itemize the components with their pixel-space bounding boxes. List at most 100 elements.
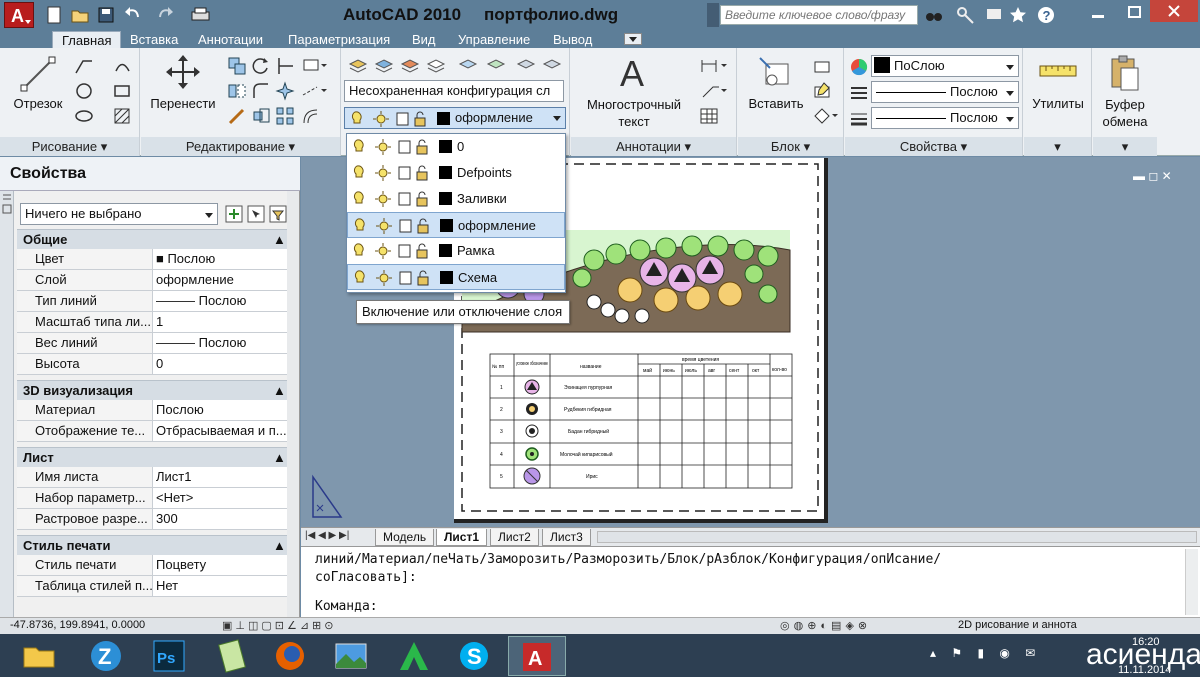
prop-row[interactable]: Стиль печати Поцвету xyxy=(17,555,287,576)
status-tray-icons[interactable]: ◎◍⊕◐▤◈⊗ xyxy=(780,619,940,633)
maximize-button[interactable] xyxy=(1122,3,1146,23)
tab-annotate[interactable]: Аннотации xyxy=(198,31,263,48)
drafting-toggles[interactable]: ▣⊥◫▢⊡∠⊿⊞⊙ xyxy=(222,619,362,633)
properties-panel-title[interactable]: Свойства ▾ xyxy=(845,137,1022,156)
layer-match-icon[interactable] xyxy=(426,56,446,76)
dimension-icon[interactable] xyxy=(699,56,727,76)
open-folder-icon[interactable] xyxy=(70,5,90,25)
clipboard-icon[interactable] xyxy=(1109,54,1141,92)
tab-parametric[interactable]: Параметризация xyxy=(288,31,390,48)
arc-icon[interactable] xyxy=(112,56,132,76)
layer-dropdown[interactable]: 0 Defpoints Заливки оформление Рамка Схе… xyxy=(346,133,566,293)
linetype-list-icon[interactable] xyxy=(849,83,869,103)
tab-scroll-arrows[interactable]: |◀ ◀ ▶ ▶| xyxy=(305,530,365,544)
system-tray-icons[interactable]: ▴ ⚑ ▮ ◉ ✉ xyxy=(930,646,1070,666)
prop-row[interactable]: Цвет ■ Послою xyxy=(17,249,287,270)
layer-state-icons[interactable] xyxy=(351,164,439,182)
layer-color-swatch[interactable] xyxy=(439,244,452,257)
search-expand-toggle[interactable] xyxy=(707,3,719,27)
layer-item[interactable]: Заливки xyxy=(347,186,565,212)
file-explorer-icon[interactable] xyxy=(16,638,62,674)
plot-icon[interactable] xyxy=(190,5,210,25)
application-menu-button[interactable]: A xyxy=(4,2,34,28)
create-block-icon[interactable] xyxy=(812,56,832,76)
firefox-icon[interactable] xyxy=(268,638,314,674)
layer-freeze-icon[interactable] xyxy=(458,56,478,76)
autodesk-app-icon[interactable] xyxy=(392,638,438,674)
draw-panel-title[interactable]: Рисование ▾ xyxy=(0,137,139,156)
layer-properties-icon[interactable] xyxy=(348,56,368,76)
layer-item[interactable]: Defpoints xyxy=(347,160,565,186)
layer-states-icon[interactable] xyxy=(374,56,394,76)
command-prompt[interactable]: Команда: xyxy=(315,599,378,614)
quick-select-icon[interactable] xyxy=(268,204,288,224)
mirror-icon[interactable] xyxy=(227,81,247,101)
redo-icon[interactable] xyxy=(156,5,176,25)
ellipse-icon[interactable] xyxy=(74,106,94,126)
palette-scrollbar[interactable] xyxy=(287,191,299,617)
lineweight-combo[interactable]: Послою xyxy=(871,107,1019,129)
edit-block-icon[interactable] xyxy=(812,81,832,101)
clipboard-button[interactable]: Буфер обмена xyxy=(1093,96,1157,130)
polyline-icon[interactable] xyxy=(74,56,94,76)
hatch-icon[interactable] xyxy=(112,106,132,126)
section-plot-style[interactable]: Стиль печати ▲ xyxy=(17,535,287,555)
offset-icon[interactable] xyxy=(301,106,321,126)
clock-date[interactable]: 11.11.2014 xyxy=(1118,664,1171,676)
table-icon[interactable] xyxy=(699,106,719,126)
prop-row[interactable]: Таблица стилей п... Нет xyxy=(17,576,287,597)
horizontal-scrollbar[interactable] xyxy=(597,531,1197,543)
layer-merge-icon[interactable] xyxy=(542,56,562,76)
prop-row[interactable]: Имя листа Лист1 xyxy=(17,467,287,488)
collapse-icon[interactable]: ▲ xyxy=(273,538,286,553)
prop-row[interactable]: Масштаб типа ли... 1 xyxy=(17,312,287,333)
image-viewer-icon[interactable] xyxy=(328,638,374,674)
undo-icon[interactable] xyxy=(122,5,142,25)
minimize-button[interactable] xyxy=(1086,3,1110,23)
select-objects-icon[interactable] xyxy=(246,204,266,224)
layer-state-icons[interactable] xyxy=(352,217,440,235)
tab-output[interactable]: Вывод xyxy=(553,31,592,48)
prop-row[interactable]: Набор параметр... <Нет> xyxy=(17,488,287,509)
key-icon[interactable] xyxy=(956,5,976,25)
erase-icon[interactable] xyxy=(301,56,327,76)
layer-previous-icon[interactable] xyxy=(486,56,506,76)
rotate-icon[interactable] xyxy=(251,56,271,76)
prop-row[interactable]: Слой оформление xyxy=(17,270,287,291)
prop-row[interactable]: Растровое разре... 300 xyxy=(17,509,287,530)
tab-home[interactable]: Главная xyxy=(52,31,122,48)
workspace-switch[interactable]: 2D рисование и аннота xyxy=(958,619,1077,631)
linetype-combo[interactable]: Послою xyxy=(871,81,1019,103)
prop-row[interactable]: Материал Послою xyxy=(17,400,287,421)
chevron-down-icon[interactable] xyxy=(551,112,563,124)
command-scrollbar[interactable] xyxy=(1185,549,1198,615)
prop-row[interactable]: Тип линий ——— Послою xyxy=(17,291,287,312)
clipboard-panel-title[interactable]: ▾ xyxy=(1093,137,1157,156)
prop-row[interactable]: Вес линий ——— Послою xyxy=(17,333,287,354)
command-line[interactable]: линий/Материал/пеЧать/Заморозить/Разморо… xyxy=(301,546,1200,617)
prop-row[interactable]: Высота 0 xyxy=(17,354,287,375)
block-panel-title[interactable]: Блок ▾ xyxy=(738,137,843,156)
help-icon[interactable]: ? xyxy=(1036,5,1056,25)
viewport-controls[interactable]: ▬ ◻ ✕ xyxy=(1133,169,1197,185)
rectangle-icon[interactable] xyxy=(112,81,132,101)
notepad-icon[interactable] xyxy=(210,638,256,674)
collapse-icon[interactable]: ▲ xyxy=(273,232,286,247)
skype-icon[interactable]: S xyxy=(452,638,498,674)
annotation-panel-title[interactable]: Аннотации ▾ xyxy=(571,137,736,156)
multiline-text-icon[interactable]: A xyxy=(615,52,651,92)
communication-center-icon[interactable] xyxy=(984,5,1004,25)
layer-item-selected[interactable]: оформление xyxy=(347,212,565,238)
layer-color-swatch[interactable] xyxy=(440,271,453,284)
save-icon[interactable] xyxy=(96,5,116,25)
close-button[interactable] xyxy=(1150,0,1198,22)
move-button[interactable]: Перенести xyxy=(143,96,223,111)
collapse-icon[interactable]: ▲ xyxy=(273,450,286,465)
array-icon[interactable] xyxy=(275,106,295,126)
palette-side-strip[interactable] xyxy=(0,191,14,617)
layer-color-swatch[interactable] xyxy=(439,140,452,153)
collapse-icon[interactable]: ▲ xyxy=(273,383,286,398)
prop-row[interactable]: Отображение те... Отбрасываемая и п... xyxy=(17,421,287,442)
edit-attributes-icon[interactable] xyxy=(812,106,838,126)
layer-color-swatch[interactable] xyxy=(439,166,452,179)
